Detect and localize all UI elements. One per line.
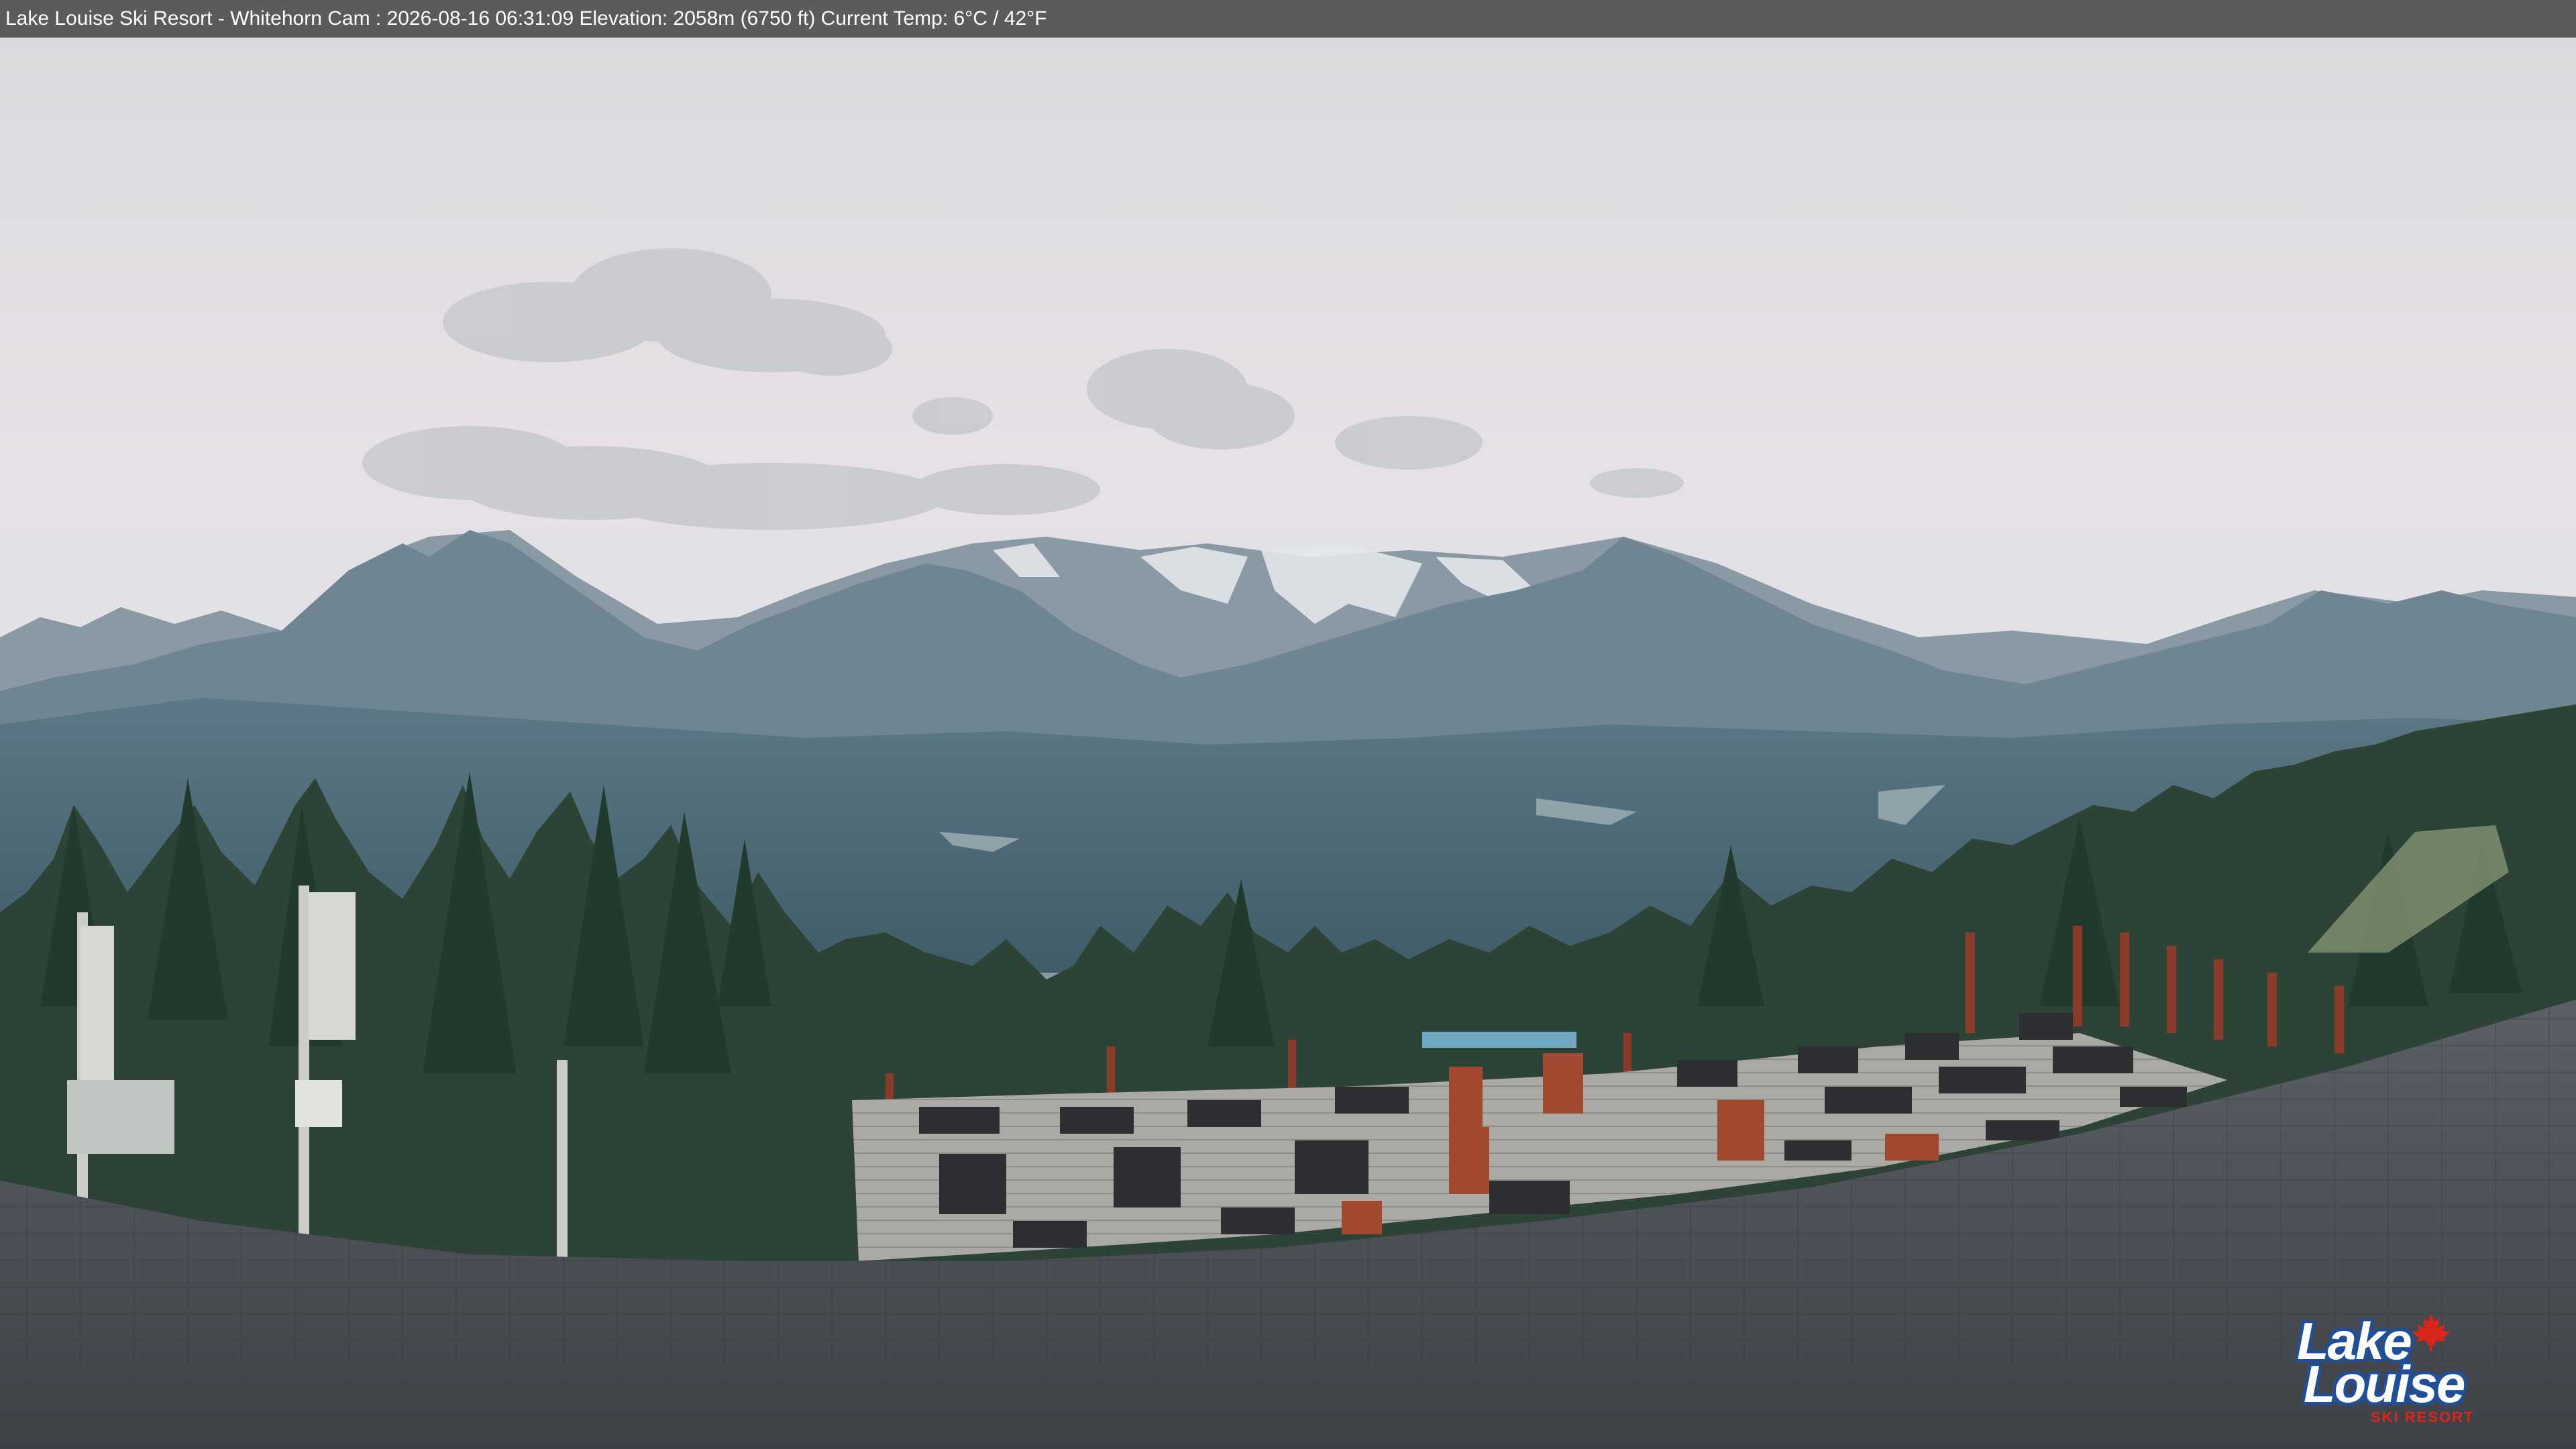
deck-sign (1422, 1032, 1576, 1048)
caption-bar: Lake Louise Ski Resort - Whitehorn Cam :… (0, 0, 2576, 38)
webcam-scene (0, 0, 2576, 1449)
logo-tagline: SKI RESORT (2371, 1409, 2475, 1426)
lake-louise-logo: Lake Louise SKI RESORT (2297, 1313, 2498, 1426)
camera-caption: Lake Louise Ski Resort - Whitehorn Cam :… (5, 7, 1047, 30)
logo-text-louise: Louise (2304, 1354, 2465, 1413)
maple-leaf-icon (2412, 1313, 2450, 1351)
